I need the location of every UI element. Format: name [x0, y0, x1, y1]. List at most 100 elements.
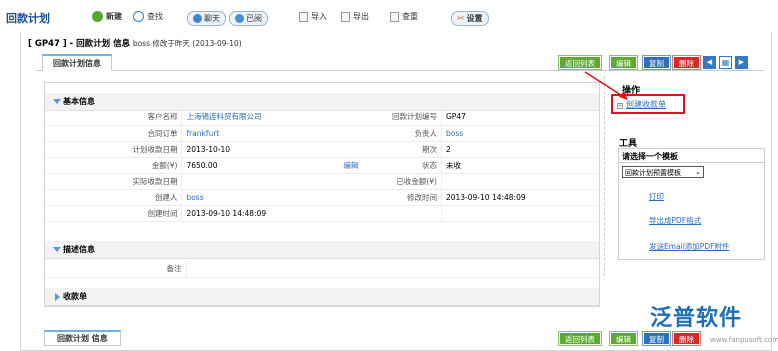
export-pdf-link[interactable]: 导出成PDF格式 [649, 215, 701, 226]
plus-icon [92, 11, 103, 22]
table-row: 备注 [45, 261, 599, 278]
expand-icon: + [617, 103, 623, 109]
field-value: 2 [441, 141, 599, 158]
import-label: 导入 [311, 12, 327, 21]
wrench-icon: ✂ [457, 13, 465, 24]
note-label: 备注 [45, 261, 187, 278]
create-receipt-link[interactable]: + 创建收款单 [611, 94, 685, 114]
read-label: 已阅 [246, 14, 262, 23]
field-label: 期次 [386, 141, 442, 158]
template-value: 回款计划预置模板 [625, 169, 681, 177]
desc-info-header[interactable]: 描述信息 [45, 241, 599, 259]
chat-label: 聊天 [204, 14, 220, 23]
template-select[interactable]: 回款计划预置模板 ⌄ [622, 166, 704, 178]
settings-button[interactable]: ✂ 设置 [451, 11, 489, 26]
search-icon [133, 11, 144, 22]
inline-edit-link[interactable]: 编辑 [339, 157, 387, 174]
delete-button[interactable]: 删除 [672, 55, 701, 70]
email-pdf-link[interactable]: 发送Email添加PDF附件 [649, 241, 729, 252]
receipts-header[interactable]: 收款单 [45, 288, 599, 306]
bottom-copy-button[interactable]: 复制 [642, 331, 671, 346]
template-header: 请选择一个模板 [619, 149, 764, 163]
export-button[interactable]: 导出 [341, 11, 369, 22]
field-value: 2013-10-10 [181, 141, 340, 158]
field-value [441, 205, 599, 222]
chevron-down-icon: ⌄ [695, 168, 701, 176]
eye-icon [235, 14, 244, 23]
tab-plan-info[interactable]: 回款计划信息 [42, 54, 112, 71]
field-value: 未收 [441, 157, 599, 174]
export-label: 导出 [353, 12, 369, 21]
action-buttons: 返回列表 编辑 复制 删除 ◀ ▦ ▶ [558, 55, 748, 70]
search-button[interactable]: 查找 [133, 11, 163, 22]
field-label: 已收金额(¥) [386, 173, 442, 190]
expand-icon [55, 293, 60, 301]
prev-record-button[interactable]: ◀ [703, 56, 716, 69]
field-value [441, 173, 599, 190]
copy-button[interactable]: 复制 [642, 55, 671, 70]
collapse-icon [53, 247, 61, 252]
bottom-action-buttons: 返回列表 编辑 复制 删除 [558, 331, 701, 346]
field-label: 修改时间 [386, 189, 442, 206]
inline-edit-link[interactable] [339, 173, 387, 190]
table-row: 金额(¥) 7650.00 编辑 状态 未收 [45, 157, 599, 174]
search-label: 查找 [147, 12, 163, 21]
inline-edit-link[interactable] [339, 189, 387, 206]
field-label: 合同订单 [45, 125, 183, 142]
table-row: 客户名称 上海锡连科贸有限公司 回款计划编号 GP47 [45, 109, 599, 126]
bottom-delete-button[interactable]: 删除 [672, 331, 701, 346]
next-record-button[interactable]: ▶ [735, 56, 748, 69]
table-row: 实际收款日期 已收金额(¥) [45, 173, 599, 190]
bottom-tab-plan-info[interactable]: 回款计划 信息 [44, 330, 121, 346]
field-label: 金额(¥) [45, 157, 183, 174]
field-value[interactable]: boss [181, 189, 340, 206]
desc-info-title: 描述信息 [63, 245, 95, 254]
print-link[interactable]: 打印 [649, 191, 664, 202]
back-to-list-button[interactable]: 返回列表 [558, 55, 602, 70]
record-modified: boss 修改于昨天 (2013-09-10) [132, 39, 242, 48]
record-form: 基本信息 客户名称 上海锡连科贸有限公司 回款计划编号 GP47 合同订单 frankfu… [44, 82, 600, 307]
new-label: 新建 [106, 12, 122, 21]
inline-edit-link[interactable] [339, 109, 387, 126]
basic-info-title: 基本信息 [63, 97, 95, 106]
field-value: 2013-09-10 14:48:09 [441, 189, 599, 206]
table-row: 创建人 boss 修改时间 2013-09-10 14:48:09 [45, 189, 599, 206]
field-value [181, 173, 340, 190]
field-label: 创建时间 [45, 205, 183, 222]
field-label: 回款计划编号 [386, 109, 442, 126]
inline-edit-link[interactable] [339, 125, 387, 142]
inline-edit-link[interactable] [339, 141, 387, 158]
chat-icon [193, 14, 202, 23]
list-view-button[interactable]: ▦ [719, 56, 732, 69]
bottom-back-button[interactable]: 返回列表 [558, 331, 602, 346]
bottom-edit-button[interactable]: 编辑 [609, 331, 638, 346]
field-label: 负责人 [386, 125, 442, 142]
read-button[interactable]: 已阅 [229, 11, 268, 26]
import-icon [299, 11, 308, 22]
dedupe-label: 查重 [402, 12, 418, 21]
field-label: 计划收款日期 [45, 141, 183, 158]
chat-button[interactable]: 聊天 [187, 11, 226, 26]
settings-label: 设置 [466, 14, 483, 23]
desc-info-table: 备注 [45, 261, 599, 278]
collapse-icon [53, 99, 61, 104]
tools-box: 请选择一个模板 回款计划预置模板 ⌄ 打印 导出成PDF格式 发送Email添加… [618, 148, 765, 260]
export-icon [341, 11, 350, 22]
field-label: 实际收款日期 [45, 173, 183, 190]
inline-edit-link[interactable] [339, 205, 387, 222]
dedupe-button[interactable]: 查重 [390, 11, 418, 22]
page-title: [ GP47 ] - 回款计划 信息 boss 修改于昨天 (2013-09-1… [28, 37, 242, 49]
watermark-logo: 泛普软件 [650, 306, 743, 331]
field-value[interactable]: boss [441, 125, 599, 142]
edit-button[interactable]: 编辑 [609, 55, 638, 70]
field-value[interactable]: frankfurt [181, 125, 340, 142]
receipts-title: 收款单 [63, 292, 87, 301]
note-value [186, 261, 599, 278]
import-button[interactable]: 导入 [299, 11, 327, 22]
field-label: 创建人 [45, 189, 183, 206]
field-value: 7650.00 [181, 157, 340, 174]
field-value[interactable]: 上海锡连科贸有限公司 [181, 109, 340, 126]
dedupe-icon [390, 11, 399, 22]
create-receipt-label: 创建收款单 [626, 100, 666, 109]
new-button[interactable]: 新建 [92, 11, 122, 22]
